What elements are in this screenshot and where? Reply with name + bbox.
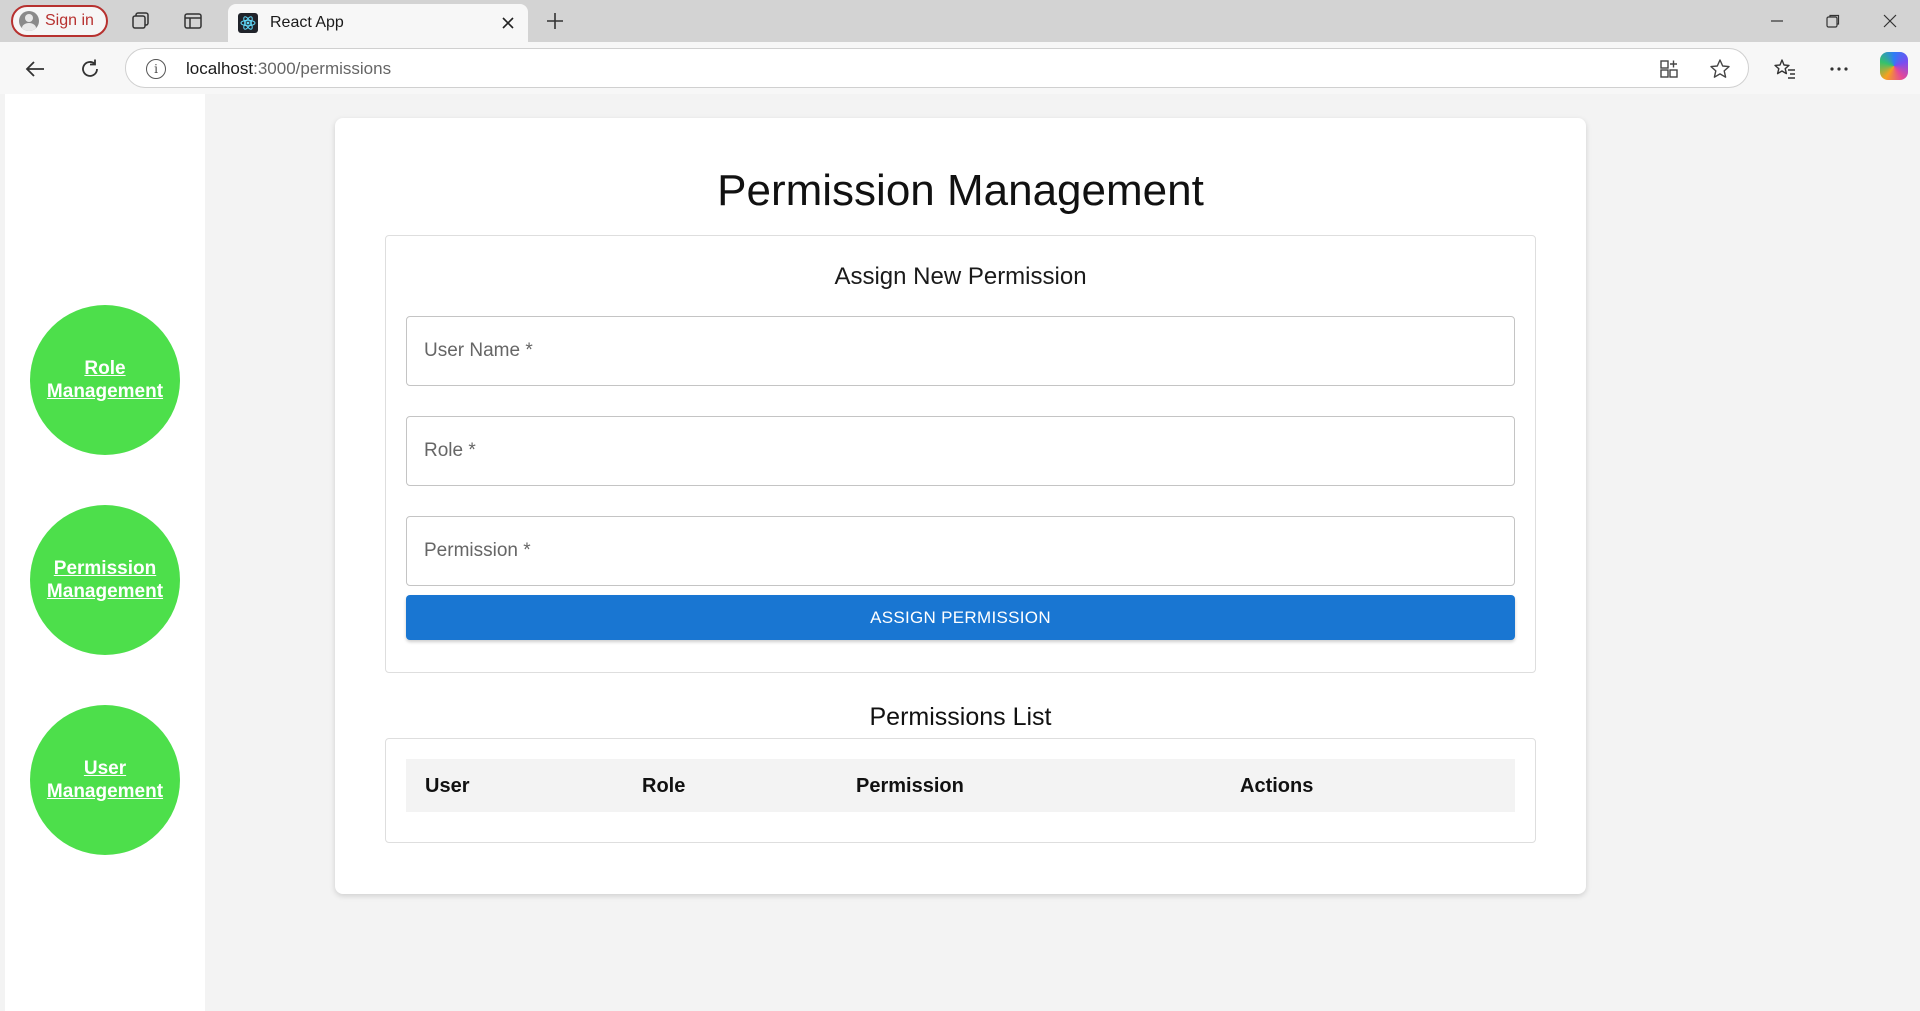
address-bar[interactable]: i localhost:3000/permissions (125, 48, 1749, 88)
role-management-link[interactable]: Role Management (40, 357, 170, 403)
table-header: User Role Permission Actions (406, 759, 1515, 812)
user-name-field[interactable] (406, 316, 1515, 386)
permission-management-link[interactable]: Permission Management (40, 557, 170, 603)
favorite-star-icon[interactable] (1708, 57, 1732, 81)
role-input[interactable] (407, 417, 1514, 485)
sidebar-item-label-line1: Permission (53, 558, 157, 579)
permission-field[interactable] (406, 516, 1515, 586)
sidebar-item-permission-management[interactable]: Permission Management (30, 505, 180, 655)
copilot-icon[interactable] (1880, 52, 1908, 80)
column-header-permission: Permission (856, 775, 964, 797)
column-header-actions: Actions (1240, 775, 1314, 797)
tab-react-app[interactable]: React App (228, 4, 528, 42)
assign-permission-button[interactable]: ASSIGN PERMISSION (406, 595, 1515, 640)
favorites-icon[interactable] (1770, 54, 1800, 84)
url-host: localhost (186, 59, 254, 78)
more-options-icon[interactable] (1824, 54, 1854, 84)
back-arrow-icon[interactable] (20, 54, 50, 84)
sidebar-item-role-management[interactable]: Role Management (30, 305, 180, 455)
tab-title: React App (270, 14, 344, 31)
workspaces-icon[interactable] (128, 8, 154, 34)
sidebar-item-label-line1: Role (84, 358, 126, 379)
browser-toolbar: i localhost:3000/permissions (0, 42, 1920, 94)
profile-icon (19, 11, 39, 31)
react-icon (238, 13, 258, 33)
minimize-icon[interactable] (1762, 8, 1792, 34)
close-window-icon[interactable] (1875, 8, 1905, 34)
close-tab-icon[interactable] (498, 13, 518, 33)
user-name-input[interactable] (407, 317, 1514, 385)
page-title: Permission Management (717, 166, 1204, 215)
restore-icon[interactable] (1818, 8, 1848, 34)
column-header-role: Role (642, 775, 686, 797)
refresh-icon[interactable] (75, 54, 105, 84)
permission-card: Permission Management Assign New Permiss… (335, 118, 1586, 894)
permissions-list-title: Permissions List (869, 703, 1052, 731)
permission-input[interactable] (407, 517, 1514, 585)
sign-in-label: Sign in (45, 12, 94, 29)
assign-permission-form: Assign New Permission ASSIGN PERMISSION (385, 235, 1536, 673)
sidebar-item-user-management[interactable]: User Management (30, 705, 180, 855)
site-info-icon[interactable]: i (146, 59, 166, 79)
sidebar-item-label-line2: Management (46, 381, 164, 402)
browser-tab-bar: Sign in React App (0, 0, 1920, 42)
url-path: :3000/permissions (253, 59, 392, 78)
form-title: Assign New Permission (834, 263, 1087, 290)
permissions-table: User Role Permission Actions (385, 738, 1536, 843)
column-header-user: User (425, 775, 470, 797)
user-management-link[interactable]: User Management (40, 757, 170, 803)
url-text: localhost:3000/permissions (186, 59, 391, 79)
app-available-icon[interactable] (1657, 57, 1681, 81)
sidebar-item-label-line2: Management (46, 781, 164, 802)
sidebar: Role Management Permission Management User… (5, 94, 205, 1011)
tab-actions-icon[interactable] (180, 8, 206, 34)
sidebar-item-label-line1: User (83, 758, 127, 779)
sign-in-button[interactable]: Sign in (11, 5, 108, 37)
sidebar-item-label-line2: Management (46, 581, 164, 602)
new-tab-icon[interactable] (542, 8, 568, 34)
role-field[interactable] (406, 416, 1515, 486)
